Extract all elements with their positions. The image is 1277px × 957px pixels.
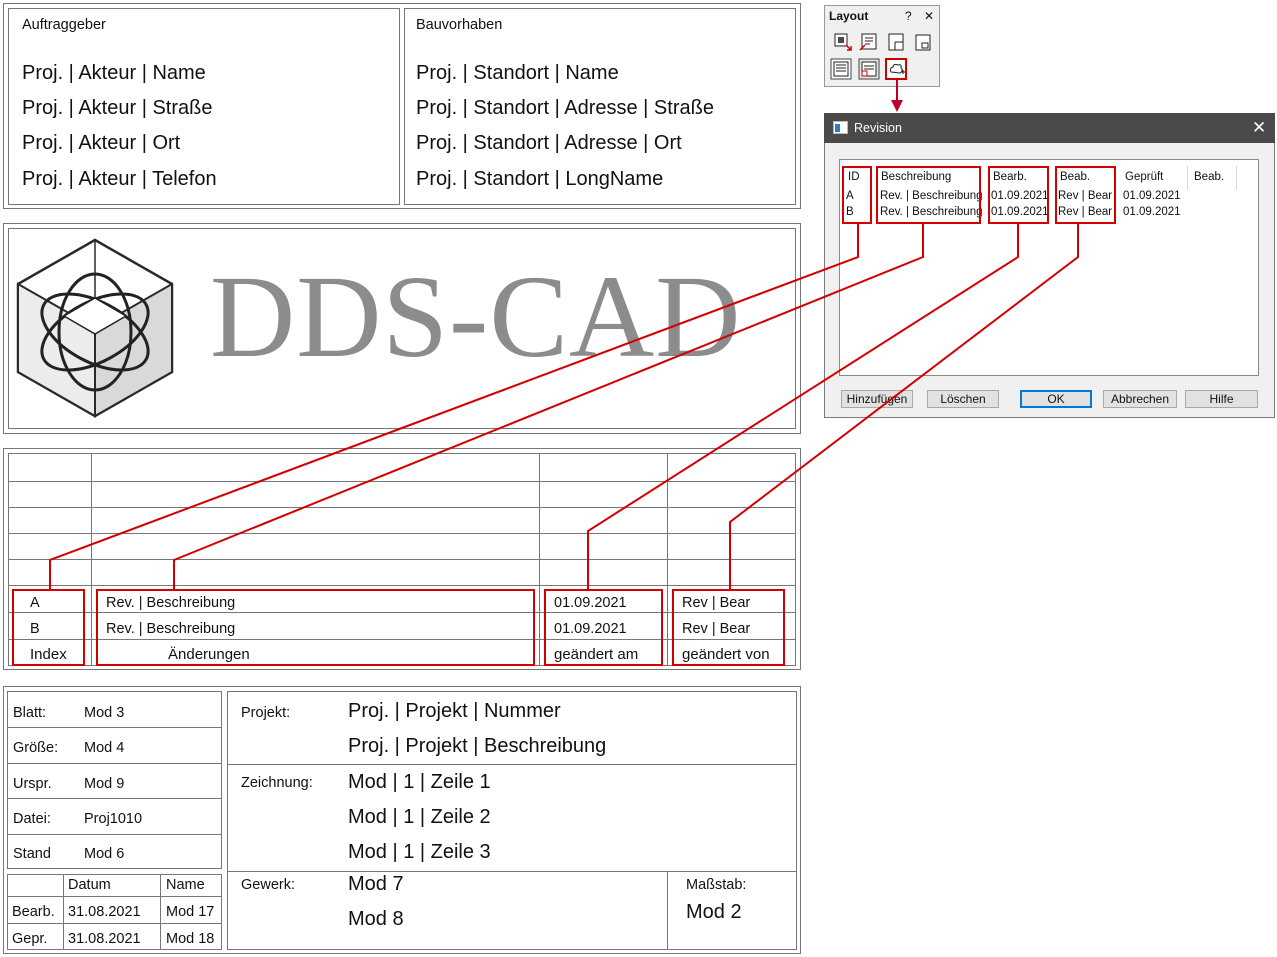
- title-section-line: [227, 764, 797, 765]
- field-value-urspr: Mod 9: [84, 776, 125, 792]
- title-section-vline: [667, 871, 668, 950]
- revision-row-line: [8, 507, 796, 508]
- client-line-3: Proj. | Akteur | Ort: [22, 132, 181, 154]
- cancel-button[interactable]: Abbrechen: [1103, 390, 1177, 408]
- massstab-value: Mod 2: [686, 901, 742, 923]
- logo-wordmark: DDS-CAD: [210, 251, 742, 382]
- dds-cube-logo-icon: [16, 238, 174, 418]
- gewerk-line-1: Mod 7: [348, 873, 404, 895]
- revision-row-line: [8, 585, 796, 586]
- client-line-4: Proj. | Akteur | Telefon: [22, 168, 217, 190]
- field-label-blatt: Blatt:: [13, 705, 47, 721]
- signature-col-line: [63, 874, 64, 950]
- delete-revision-button[interactable]: Löschen: [927, 390, 999, 408]
- project-site-line-4: Proj. | Standort | LongName: [416, 168, 664, 190]
- annotation-box-date: [544, 589, 663, 666]
- project-site-line-1: Proj. | Standort | Name: [416, 62, 619, 84]
- client-title: Auftraggeber: [22, 17, 106, 33]
- annotation-box-col-bearb: [988, 166, 1049, 224]
- frame-icon[interactable]: [912, 31, 934, 53]
- signature-row-line: [7, 923, 222, 924]
- projekt-line-2: Proj. | Projekt | Beschreibung: [348, 735, 607, 757]
- signature-col-line: [160, 874, 161, 950]
- title-section-line: [227, 871, 797, 872]
- help-button[interactable]: Hilfe: [1185, 390, 1258, 408]
- insert-object-icon[interactable]: [832, 31, 854, 53]
- field-label-datei: Datei:: [13, 811, 51, 827]
- layout-toolbar-help-button[interactable]: ?: [905, 9, 912, 23]
- massstab-label: Maßstab:: [686, 877, 747, 893]
- field-value-groesse: Mod 4: [84, 740, 125, 756]
- field-value-datei: Proj1010: [84, 811, 143, 827]
- annotation-box-author: [672, 589, 785, 666]
- legend-icon[interactable]: [830, 58, 852, 80]
- client-line-2: Proj. | Akteur | Straße: [22, 97, 213, 119]
- revision-dialog-title: Revision: [854, 121, 902, 135]
- signature-name-bearb: Mod 17: [166, 904, 215, 920]
- signature-date-bearb: 31.08.2021: [68, 904, 141, 920]
- revision-row-line: [8, 559, 796, 560]
- ok-button[interactable]: OK: [1020, 390, 1092, 408]
- annotation-box-col-id: [842, 166, 872, 224]
- list-row-b-geprueft[interactable]: 01.09.2021: [1123, 206, 1181, 218]
- annotation-box-index: [12, 589, 85, 666]
- zeichnung-line-3: Mod | 1 | Zeile 3: [348, 841, 491, 863]
- field-value-blatt: Mod 3: [84, 705, 125, 721]
- annotation-box-col-beab: [1055, 166, 1116, 224]
- client-line-1: Proj. | Akteur | Name: [22, 62, 206, 84]
- gewerk-line-2: Mod 8: [348, 908, 404, 930]
- signature-row-line: [7, 896, 222, 897]
- revision-col-line: [91, 453, 92, 666]
- insert-field-icon[interactable]: [858, 31, 880, 53]
- field-row-line: [7, 798, 222, 799]
- pointer-arrow-icon: [891, 80, 903, 112]
- add-revision-button[interactable]: Hinzufügen: [841, 390, 913, 408]
- field-value-stand: Mod 6: [84, 846, 125, 862]
- layout-toolbar-title: Layout: [829, 9, 869, 23]
- projekt-label: Projekt:: [241, 705, 291, 721]
- signature-label-bearb: Bearb.: [12, 904, 55, 920]
- field-label-groesse: Größe:: [13, 740, 59, 756]
- list-header-divider: [1187, 166, 1188, 190]
- zeichnung-line-2: Mod | 1 | Zeile 2: [348, 806, 491, 828]
- layout-toolbar-close-button[interactable]: ✕: [924, 9, 934, 23]
- revision-row-line: [8, 481, 796, 482]
- revision-table-icon[interactable]: [858, 58, 880, 80]
- window-app-icon: [833, 121, 848, 134]
- list-header-divider: [1236, 166, 1237, 190]
- field-row-line: [7, 834, 222, 835]
- list-col-beab-2[interactable]: Beab.: [1194, 171, 1224, 183]
- project-site-title: Bauvorhaben: [416, 17, 503, 33]
- field-label-stand: Stand: [13, 846, 51, 862]
- field-label-urspr: Urspr.: [13, 776, 52, 792]
- revision-col-line: [539, 453, 540, 666]
- project-site-line-2: Proj. | Standort | Adresse | Straße: [416, 97, 714, 119]
- zeichnung-label: Zeichnung:: [241, 775, 313, 791]
- signature-date-gepr: 31.08.2021: [68, 931, 141, 947]
- page-layout-icon[interactable]: [885, 31, 907, 53]
- field-row-line: [7, 727, 222, 728]
- list-row-a-geprueft[interactable]: 01.09.2021: [1123, 190, 1181, 202]
- gewerk-label: Gewerk:: [241, 877, 295, 893]
- zeichnung-line-1: Mod | 1 | Zeile 1: [348, 771, 491, 793]
- signature-header-date: Datum: [68, 877, 111, 893]
- field-row-line: [7, 763, 222, 764]
- revision-dialog-close-button[interactable]: ✕: [1252, 118, 1266, 138]
- signature-header-name: Name: [166, 877, 205, 893]
- list-col-geprueft[interactable]: Geprüft: [1125, 171, 1163, 183]
- annotation-box-col-beschreibung: [876, 166, 981, 224]
- annotation-box-description: [96, 589, 535, 666]
- signature-name-gepr: Mod 18: [166, 931, 215, 947]
- projekt-line-1: Proj. | Projekt | Nummer: [348, 700, 561, 722]
- signature-label-gepr: Gepr.: [12, 931, 48, 947]
- revision-col-line: [667, 453, 668, 666]
- project-site-line-3: Proj. | Standort | Adresse | Ort: [416, 132, 682, 154]
- revision-row-line: [8, 533, 796, 534]
- revision-cloud-icon[interactable]: [885, 58, 907, 80]
